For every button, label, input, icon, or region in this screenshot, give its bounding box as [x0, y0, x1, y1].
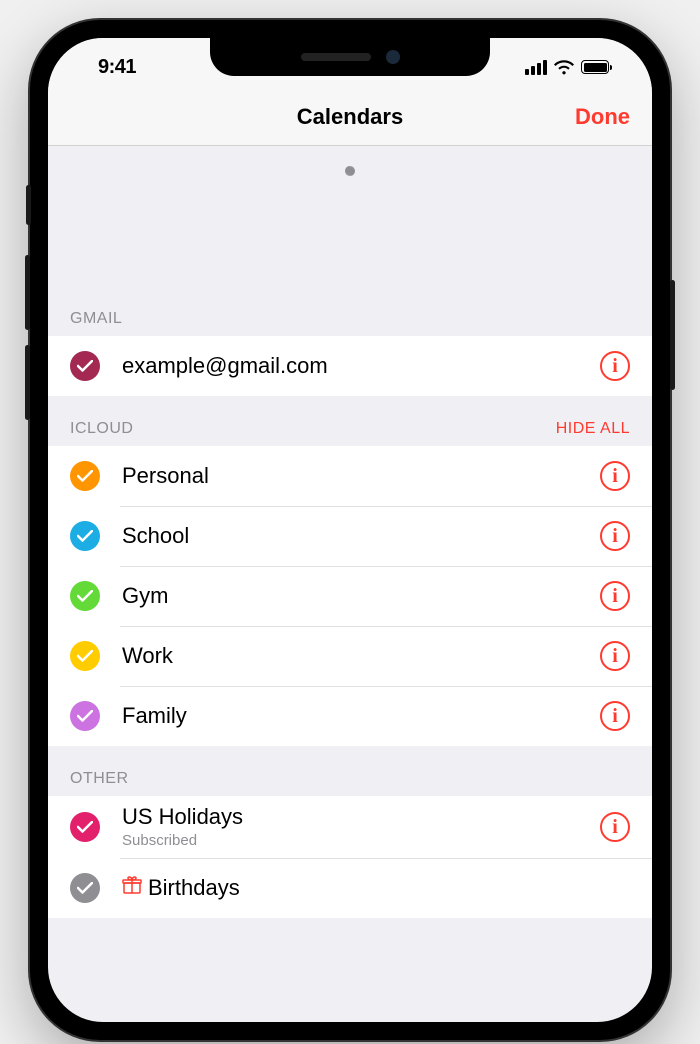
- calendar-label: Work: [122, 643, 600, 669]
- page-title: Calendars: [297, 104, 403, 130]
- list-gmail: example@gmail.com i: [48, 336, 652, 396]
- calendar-check-icon[interactable]: [70, 641, 100, 671]
- info-button[interactable]: i: [600, 351, 630, 381]
- screen: 9:41 Calendars Done GMAILexample@gmai: [48, 38, 652, 1022]
- calendar-check-icon[interactable]: [70, 812, 100, 842]
- loading-spinner-icon: [333, 166, 367, 200]
- calendar-label-text: Family: [122, 703, 187, 729]
- power-button: [670, 280, 675, 390]
- calendar-label-text: example@gmail.com: [122, 353, 328, 379]
- calendar-label-text: Gym: [122, 583, 168, 609]
- info-button[interactable]: i: [600, 461, 630, 491]
- calendar-row[interactable]: Gym i: [48, 566, 652, 626]
- calendar-row[interactable]: example@gmail.com i: [48, 336, 652, 396]
- calendar-check-icon[interactable]: [70, 351, 100, 381]
- row-content: School: [122, 523, 600, 549]
- calendar-label-text: Personal: [122, 463, 209, 489]
- info-button[interactable]: i: [600, 581, 630, 611]
- calendar-label: Personal: [122, 463, 600, 489]
- section-header-label: ICLOUD: [70, 420, 133, 438]
- row-content: Personal: [122, 463, 600, 489]
- calendar-check-icon[interactable]: [70, 461, 100, 491]
- calendar-label: US Holidays: [122, 804, 600, 830]
- row-content: Birthdays: [122, 875, 630, 901]
- calendar-label-text: US Holidays: [122, 804, 243, 830]
- calendar-label-text: Birthdays: [148, 875, 240, 901]
- calendar-label: Family: [122, 703, 600, 729]
- calendar-check-icon[interactable]: [70, 581, 100, 611]
- info-button[interactable]: i: [600, 641, 630, 671]
- wifi-icon: [554, 60, 574, 75]
- calendar-label: School: [122, 523, 600, 549]
- calendar-label: Gym: [122, 583, 600, 609]
- list-icloud: Personal i School i Gym i Work i Family i: [48, 446, 652, 746]
- calendar-label-text: Work: [122, 643, 173, 669]
- info-button[interactable]: i: [600, 701, 630, 731]
- calendar-check-icon[interactable]: [70, 873, 100, 903]
- battery-icon: [581, 60, 612, 74]
- info-button[interactable]: i: [600, 812, 630, 842]
- section-action-icloud[interactable]: HIDE ALL: [556, 420, 630, 438]
- gift-icon: [122, 875, 142, 901]
- calendar-check-icon[interactable]: [70, 521, 100, 551]
- calendar-row[interactable]: US Holidays Subscribedi: [48, 796, 652, 858]
- section-header-icloud: ICLOUD HIDE ALL: [48, 396, 652, 446]
- calendar-check-icon[interactable]: [70, 701, 100, 731]
- volume-down-button: [25, 345, 30, 420]
- section-header-other: OTHER: [48, 746, 652, 796]
- calendar-label: example@gmail.com: [122, 353, 600, 379]
- calendar-row[interactable]: Personal i: [48, 446, 652, 506]
- section-header-gmail: GMAIL: [48, 286, 652, 336]
- silence-switch: [26, 185, 31, 225]
- section-header-label: GMAIL: [70, 310, 122, 328]
- calendar-row[interactable]: Family i: [48, 686, 652, 746]
- volume-up-button: [25, 255, 30, 330]
- row-content: Gym: [122, 583, 600, 609]
- list-other: US Holidays Subscribedi Birthdays: [48, 796, 652, 918]
- status-time: 9:41: [98, 56, 136, 79]
- row-content: example@gmail.com: [122, 353, 600, 379]
- calendar-label: Birthdays: [122, 875, 630, 901]
- calendar-sublabel: Subscribed: [122, 832, 600, 850]
- nav-bar: Calendars Done: [48, 88, 652, 146]
- speaker: [301, 53, 371, 61]
- row-content: Work: [122, 643, 600, 669]
- calendar-row[interactable]: School i: [48, 506, 652, 566]
- phone-frame: 9:41 Calendars Done GMAILexample@gmai: [30, 20, 670, 1040]
- front-camera: [386, 50, 400, 64]
- calendar-label-text: School: [122, 523, 189, 549]
- done-button[interactable]: Done: [575, 104, 630, 130]
- calendar-row[interactable]: Birthdays: [48, 858, 652, 918]
- info-button[interactable]: i: [600, 521, 630, 551]
- row-content: US Holidays Subscribed: [122, 804, 600, 850]
- status-icons: [525, 60, 612, 75]
- notch: [210, 38, 490, 76]
- cellular-signal-icon: [525, 60, 547, 75]
- calendar-row[interactable]: Work i: [48, 626, 652, 686]
- row-content: Family: [122, 703, 600, 729]
- section-header-label: OTHER: [70, 770, 129, 788]
- refresh-area[interactable]: [48, 146, 652, 286]
